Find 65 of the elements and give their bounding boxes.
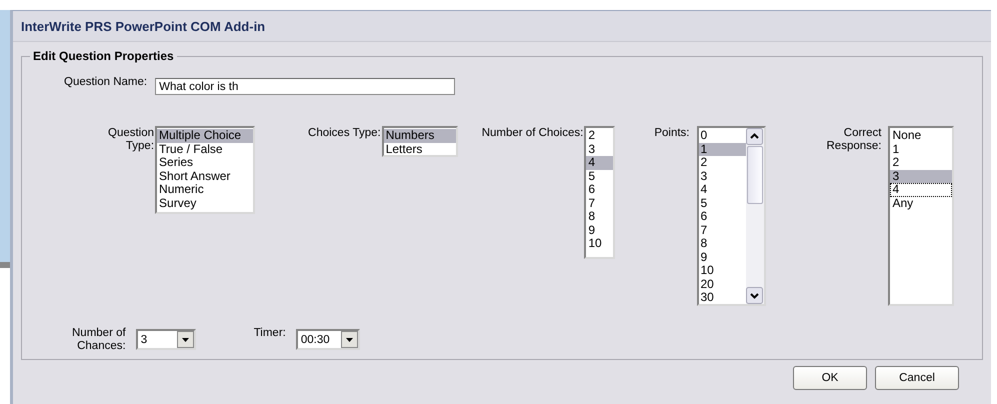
list-box[interactable]: Numbers Letters — [382, 126, 458, 157]
list-item[interactable]: 2 — [890, 156, 952, 170]
dropdown-field[interactable]: 3 — [136, 329, 196, 350]
list-item[interactable]: Series — [157, 156, 254, 170]
ok-button[interactable]: OK — [793, 366, 867, 390]
list-item[interactable]: 1 — [698, 142, 746, 156]
field-label: Response: — [826, 140, 882, 153]
list-item[interactable]: Any — [890, 196, 952, 210]
dropdown-field[interactable]: 00:30 — [296, 329, 360, 350]
field-label: Timer: — [254, 327, 286, 340]
list-item[interactable]: 2 — [698, 156, 746, 170]
list-item[interactable]: True / False — [157, 142, 254, 156]
field-label: Number of Choices: — [482, 127, 584, 140]
list-item[interactable]: None — [890, 129, 952, 142]
list-item[interactable]: 30 — [698, 291, 746, 304]
scrollbar[interactable] — [746, 128, 764, 304]
field-label: Number of — [72, 327, 126, 340]
list-item[interactable]: 7 — [698, 224, 746, 237]
cancel-button[interactable]: Cancel — [875, 366, 959, 390]
scroll-thumb[interactable] — [746, 146, 762, 204]
field-label: Choices Type: — [308, 127, 381, 140]
list-item[interactable]: Letters — [384, 142, 456, 155]
list-item[interactable]: 8 — [586, 210, 614, 224]
list-item[interactable]: 7 — [586, 196, 614, 210]
list-item[interactable]: Multiple Choice — [157, 129, 254, 142]
list-box[interactable]: 0 1 2 3 4 5 6 7 8 9 10 20 30 — [696, 126, 766, 306]
list-item[interactable]: 9 — [586, 224, 614, 237]
list-box[interactable]: None 1 2 3 4 Any — [888, 126, 954, 306]
list-item[interactable]: 10 — [586, 237, 614, 250]
question-name-field[interactable]: What color is th — [155, 78, 456, 95]
scroll-down-button[interactable] — [746, 287, 762, 304]
field-label: Question Name: — [64, 76, 148, 89]
list-item[interactable]: 0 — [698, 129, 746, 142]
list-box[interactable]: 2 3 4 5 6 7 8 9 10 — [584, 126, 616, 259]
list-item[interactable]: 3 — [890, 170, 952, 183]
list-item[interactable]: 1 — [890, 142, 952, 156]
field-label: Chances: — [76, 340, 126, 353]
field-label: Points: — [654, 127, 690, 140]
list-item[interactable]: 20 — [698, 278, 746, 291]
list-item[interactable]: 5 — [698, 196, 746, 210]
dropdown-button[interactable] — [176, 331, 194, 348]
list-item[interactable]: Short Answer — [157, 170, 254, 183]
list-item[interactable]: 4 — [890, 183, 952, 196]
field-label: Question — [108, 127, 154, 140]
list-item[interactable]: 5 — [586, 170, 614, 183]
list-item[interactable]: Survey — [157, 196, 254, 210]
scroll-up-button[interactable] — [746, 128, 762, 145]
window-title: InterWrite PRS PowerPoint COM Add-in — [13, 11, 991, 42]
list-item[interactable]: 3 — [586, 142, 614, 156]
list-item[interactable]: Numeric — [157, 183, 254, 196]
list-item[interactable]: 9 — [698, 250, 746, 264]
list-item[interactable]: 6 — [698, 210, 746, 224]
list-item[interactable]: 8 — [698, 237, 746, 250]
list-item[interactable]: 10 — [698, 264, 746, 278]
list-item[interactable]: 4 — [698, 183, 746, 196]
list-item[interactable]: 3 — [698, 170, 746, 183]
list-item[interactable]: 2 — [586, 129, 614, 142]
dropdown-button[interactable] — [340, 331, 358, 348]
list-item[interactable]: 4 — [586, 156, 614, 170]
list-box[interactable]: Multiple Choice True / False Series Short Answer Numeric Survey — [155, 126, 256, 214]
list-item[interactable]: Numbers — [384, 129, 456, 142]
field-label: Type: — [124, 140, 154, 153]
group-title: Edit Question Properties — [32, 49, 175, 63]
list-item[interactable]: 6 — [586, 183, 614, 196]
field-label: Correct — [842, 127, 882, 140]
